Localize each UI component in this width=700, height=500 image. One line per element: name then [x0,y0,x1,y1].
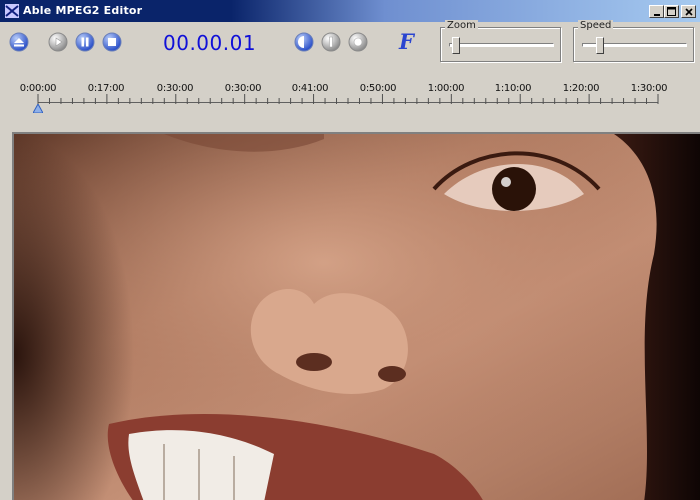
maximize-icon [667,7,676,16]
speed-group: Speed [573,20,694,62]
speed-label: Speed [578,20,614,31]
pause-icon[interactable] [75,32,95,52]
app-icon [5,4,19,18]
play-icon[interactable] [48,32,68,52]
right-eye-iris [492,167,536,211]
mark-in-icon[interactable] [294,32,314,52]
close-icon [684,7,693,16]
timeline-ruler[interactable]: 0:00:00 0:17:00 0:30:00 0:30:00 0:41:00 … [0,66,700,132]
nostril-left [296,353,332,371]
zoom-group: Zoom [440,20,561,62]
maximize-button[interactable] [664,5,679,18]
mark-middle-icon[interactable] [321,32,341,52]
title-bar: Able MPEG2 Editor [0,0,700,22]
stop-icon[interactable] [102,32,122,52]
toolbar: 00.00.01 F Zoom Speed [0,20,700,66]
speed-slider-thumb[interactable] [596,37,604,54]
video-preview [12,132,700,500]
window-title: Able MPEG2 Editor [23,4,143,17]
minimize-icon [653,13,660,16]
timecode-display: 00.00.01 [163,31,257,55]
video-frame [14,134,700,500]
right-eye-glint [501,177,511,187]
zoom-slider-track[interactable] [449,43,554,47]
close-button[interactable] [681,5,696,18]
zoom-slider-thumb[interactable] [452,37,460,54]
playhead-marker[interactable] [33,104,43,113]
ruler-ticks [37,94,659,104]
nostril-right [378,366,406,382]
minimize-button[interactable] [649,5,664,18]
zoom-label: Zoom [445,20,478,31]
mark-out-icon[interactable] [348,32,368,52]
eject-icon[interactable] [9,32,29,52]
f-button[interactable]: F [399,29,414,54]
